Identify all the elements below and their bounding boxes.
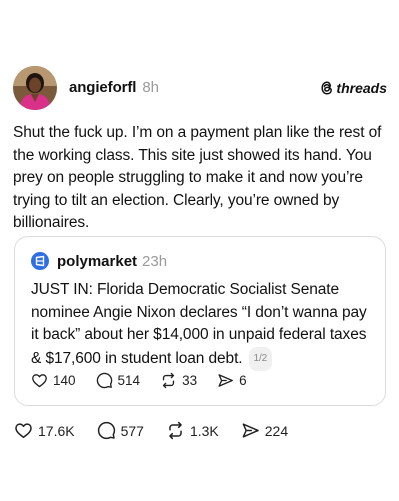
post-time: 8h	[142, 79, 160, 96]
quoted-repost-button[interactable]: 33	[160, 372, 197, 389]
repost-button[interactable]: 1.3K	[166, 421, 219, 440]
quoted-like-count: 140	[53, 373, 76, 388]
like-button[interactable]: 17.6K	[14, 421, 75, 440]
threads-logo: threads	[320, 80, 387, 96]
quoted-post[interactable]: polymarket 23h JUST IN: Florida Democrat…	[14, 236, 386, 406]
quoted-avatar[interactable]	[31, 252, 49, 270]
share-button[interactable]: 224	[241, 421, 288, 440]
quoted-body: JUST IN: Florida Democratic Socialist Se…	[31, 279, 371, 371]
quoted-body-text: JUST IN: Florida Democratic Socialist Se…	[31, 281, 367, 367]
username[interactable]: angieforfl	[69, 79, 136, 96]
quoted-username[interactable]: polymarket	[57, 253, 137, 270]
like-count: 17.6K	[38, 422, 75, 439]
avatar[interactable]	[13, 66, 57, 110]
heart-icon	[32, 374, 47, 388]
threads-icon	[321, 81, 333, 95]
quoted-actions: 140 514 33 6	[31, 372, 267, 389]
share-icon	[218, 374, 233, 387]
quoted-time: 23h	[142, 252, 168, 270]
page-indicator: 1/2	[248, 346, 273, 371]
quoted-reply-count: 514	[117, 373, 141, 388]
reply-count: 577	[120, 422, 144, 439]
reply-button[interactable]: 577	[97, 421, 144, 440]
quoted-share-count: 6	[239, 373, 247, 388]
comment-icon	[97, 421, 115, 440]
quoted-like-button[interactable]: 140	[31, 372, 76, 389]
share-icon	[242, 423, 259, 438]
repost-icon	[162, 372, 175, 389]
post-header: angieforfl 8h threads	[13, 66, 387, 112]
quoted-reply-button[interactable]: 514	[96, 372, 141, 389]
post-body: Shut the fuck up. I’m on a payment plan …	[13, 124, 382, 231]
repost-count: 1.3K	[189, 422, 219, 439]
post-actions: 17.6K 577 1.3K 224	[14, 421, 310, 440]
threads-wordmark: threads	[336, 80, 387, 96]
comment-icon	[96, 372, 112, 389]
quoted-share-button[interactable]: 6	[217, 372, 247, 389]
quoted-repost-count: 33	[182, 373, 198, 388]
share-count: 224	[264, 422, 289, 439]
repost-icon	[169, 421, 182, 440]
heart-icon	[15, 423, 32, 438]
polymarket-logo-icon	[35, 255, 45, 267]
